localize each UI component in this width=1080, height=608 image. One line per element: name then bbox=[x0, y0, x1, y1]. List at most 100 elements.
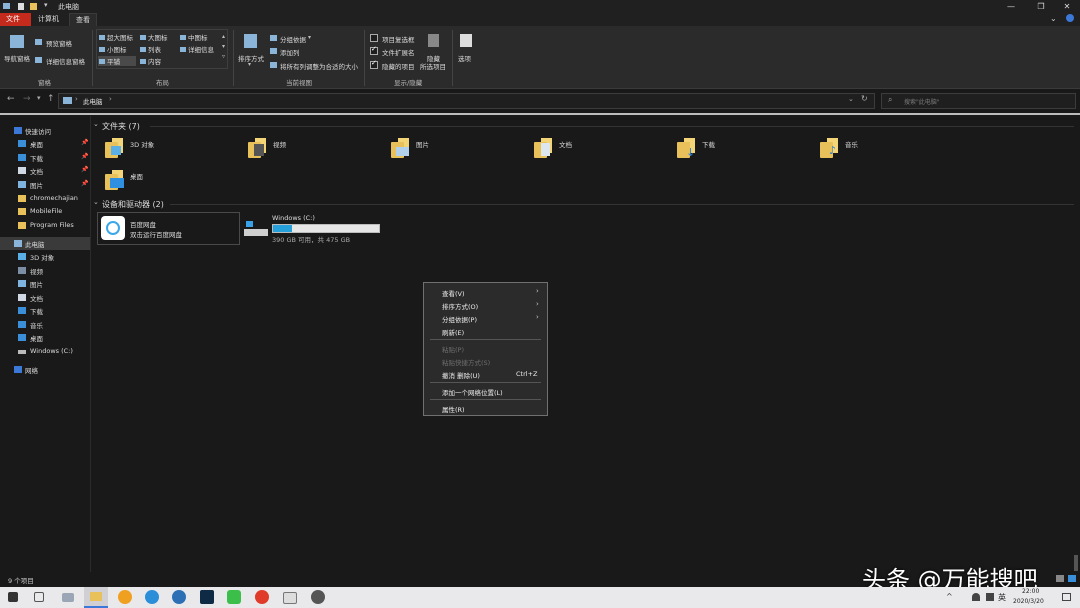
app-red-icon[interactable] bbox=[255, 590, 269, 604]
tiles-view-toggle-icon[interactable] bbox=[1068, 575, 1076, 582]
nav-quick-pictures[interactable]: 图片 📌 bbox=[0, 178, 90, 191]
nav-pc-windows-c[interactable]: Windows (C:) bbox=[0, 345, 90, 358]
scrollbar[interactable] bbox=[1074, 555, 1078, 571]
layout-medium-icons[interactable]: 中图标 bbox=[180, 32, 208, 42]
address-bar[interactable]: › 此电脑 › ⌄ ↻ bbox=[58, 93, 875, 109]
edge-browser-icon[interactable] bbox=[145, 590, 159, 604]
menu-item-view[interactable]: 查看(V) bbox=[442, 288, 465, 298]
preview-pane-button[interactable]: 预览窗格 bbox=[46, 38, 72, 48]
wechat-icon[interactable] bbox=[227, 590, 241, 604]
menu-item-group-by[interactable]: 分组依据(P) bbox=[442, 314, 477, 324]
nav-pc-documents[interactable]: 文档 bbox=[0, 291, 90, 304]
menu-item-properties[interactable]: 属性(R) bbox=[442, 404, 465, 414]
forward-button[interactable]: → bbox=[23, 94, 31, 104]
nav-pc-music[interactable]: 音乐 bbox=[0, 318, 90, 331]
breadcrumb-chevron-icon[interactable]: › bbox=[75, 95, 78, 103]
options-button[interactable]: 选项 bbox=[458, 53, 471, 63]
fit-columns-button[interactable]: 将所有列调整为合适的大小 bbox=[280, 61, 358, 71]
breadcrumb-chevron-icon[interactable]: › bbox=[109, 95, 112, 103]
layout-tiles[interactable]: 平铺 bbox=[98, 56, 136, 66]
quick-access-toolbar-newfolder-icon[interactable] bbox=[30, 3, 37, 10]
quick-access-toolbar-properties-icon[interactable] bbox=[18, 3, 24, 10]
file-explorer-taskbar-icon[interactable] bbox=[84, 587, 108, 608]
drives-header[interactable]: 设备和驱动器 (2) bbox=[102, 199, 164, 210]
nav-pc-videos[interactable]: 视频 bbox=[0, 264, 90, 277]
nav-quick-downloads[interactable]: 下载 📌 bbox=[0, 151, 90, 164]
nav-pc-desktop[interactable]: 桌面 bbox=[0, 331, 90, 344]
address-dropdown-icon[interactable]: ⌄ bbox=[848, 95, 854, 103]
clock-time[interactable]: 22:00 bbox=[1022, 588, 1039, 595]
file-extensions-checkbox[interactable] bbox=[370, 45, 378, 55]
item-checkboxes-checkbox[interactable] bbox=[370, 34, 378, 42]
nav-quick-access[interactable]: 快速访问 bbox=[0, 124, 90, 137]
settings-gear-icon[interactable] bbox=[311, 590, 325, 604]
minimize-button[interactable]: — bbox=[996, 0, 1026, 13]
layout-extra-large-icons[interactable]: 超大图标 bbox=[99, 32, 133, 42]
app-switcher-icon[interactable] bbox=[62, 593, 74, 602]
monitor-app-icon[interactable] bbox=[283, 592, 297, 604]
up-button[interactable]: ↑ bbox=[47, 94, 55, 104]
folder-pictures[interactable] bbox=[391, 138, 411, 158]
menu-item-refresh[interactable]: 刷新(E) bbox=[442, 327, 464, 337]
help-icon[interactable] bbox=[1066, 14, 1074, 22]
wifi-icon[interactable] bbox=[972, 593, 980, 601]
add-column-button[interactable]: 添加列 bbox=[280, 47, 300, 57]
layout-content[interactable]: 内容 bbox=[140, 56, 161, 66]
nav-quick-chromechajian[interactable]: chromechajian bbox=[0, 192, 90, 205]
volume-icon[interactable] bbox=[986, 593, 994, 601]
nav-this-pc[interactable]: 此电脑 bbox=[0, 237, 90, 250]
search-box[interactable]: ⌕ 搜索"此电脑" bbox=[881, 93, 1076, 109]
recent-locations-icon[interactable]: ▾ bbox=[37, 94, 41, 102]
folder-documents[interactable] bbox=[534, 138, 554, 158]
notification-icon[interactable] bbox=[1062, 593, 1071, 601]
back-button[interactable]: ← bbox=[7, 94, 15, 104]
tab-computer[interactable]: 计算机 bbox=[32, 13, 65, 26]
details-view-toggle-icon[interactable] bbox=[1056, 575, 1064, 582]
group-by-dropdown-icon[interactable]: ▾ bbox=[308, 34, 311, 41]
refresh-icon[interactable]: ↻ bbox=[861, 94, 868, 103]
layout-list[interactable]: 列表 bbox=[140, 44, 161, 54]
drives-collapse-icon[interactable]: ⌄ bbox=[93, 198, 99, 206]
hidden-items-checkbox[interactable] bbox=[370, 59, 378, 69]
input-language[interactable]: 英 bbox=[998, 592, 1006, 603]
tab-file[interactable]: 文件 bbox=[0, 13, 31, 26]
nav-network[interactable]: 网络 bbox=[0, 363, 90, 376]
ribbon-expand-icon[interactable]: ⌄ bbox=[1050, 14, 1057, 23]
quick-access-dropdown-icon[interactable]: ▾ bbox=[44, 1, 48, 9]
nav-quick-documents[interactable]: 文档 📌 bbox=[0, 164, 90, 177]
nav-quick-program-files[interactable]: Program Files bbox=[0, 219, 90, 232]
group-by-button[interactable]: 分组依据 bbox=[280, 34, 306, 44]
layout-small-icons[interactable]: 小图标 bbox=[99, 44, 127, 54]
folder-downloads[interactable]: ↓ bbox=[677, 138, 697, 158]
nav-pc-3d-objects[interactable]: 3D 对象 bbox=[0, 250, 90, 263]
search-app-icon[interactable] bbox=[118, 590, 132, 604]
nav-quick-mobilefile[interactable]: MobileFile bbox=[0, 205, 90, 218]
drive-baidu-netdisk[interactable]: 百度网盘 双击运行百度网盘 bbox=[97, 212, 240, 245]
layout-details[interactable]: 详细信息 bbox=[180, 44, 214, 54]
nav-quick-desktop[interactable]: 桌面 📌 bbox=[0, 137, 90, 150]
hide-selected-button-line2[interactable]: 所选项目 bbox=[420, 61, 446, 71]
photoshop-icon[interactable] bbox=[200, 590, 214, 604]
tab-view[interactable]: 查看 bbox=[69, 13, 97, 27]
folders-header[interactable]: 文件夹 (7) bbox=[102, 121, 140, 132]
app-circle-icon[interactable] bbox=[172, 590, 186, 604]
clock-date[interactable]: 2020/3/20 bbox=[1013, 598, 1044, 605]
nav-pc-pictures[interactable]: 图片 bbox=[0, 277, 90, 290]
tray-chevron-icon[interactable]: ^ bbox=[946, 592, 953, 601]
close-button[interactable]: ✕ bbox=[1052, 0, 1080, 13]
folder-3d-objects[interactable] bbox=[105, 138, 125, 158]
menu-item-undo-delete[interactable]: 撤消 删除(U) bbox=[442, 370, 480, 380]
folder-music[interactable]: ♪ bbox=[820, 138, 840, 158]
layout-large-icons[interactable]: 大图标 bbox=[140, 32, 168, 42]
sort-dropdown-icon[interactable]: ▾ bbox=[248, 61, 251, 68]
folder-desktop[interactable] bbox=[105, 170, 125, 190]
breadcrumb-this-pc[interactable]: 此电脑 bbox=[83, 96, 103, 106]
task-view-icon[interactable] bbox=[34, 592, 44, 602]
menu-item-sort-by[interactable]: 排序方式(O) bbox=[442, 301, 478, 311]
nav-pane-button[interactable]: 导航窗格 bbox=[4, 53, 30, 63]
start-windows-icon[interactable] bbox=[8, 592, 18, 602]
details-pane-button[interactable]: 详细信息窗格 bbox=[46, 56, 85, 66]
folder-videos[interactable] bbox=[248, 138, 268, 158]
folders-collapse-icon[interactable]: ⌄ bbox=[93, 120, 99, 128]
drive-windows-c[interactable]: Windows (C:) 390 GB 可用，共 475 GB bbox=[242, 212, 382, 244]
